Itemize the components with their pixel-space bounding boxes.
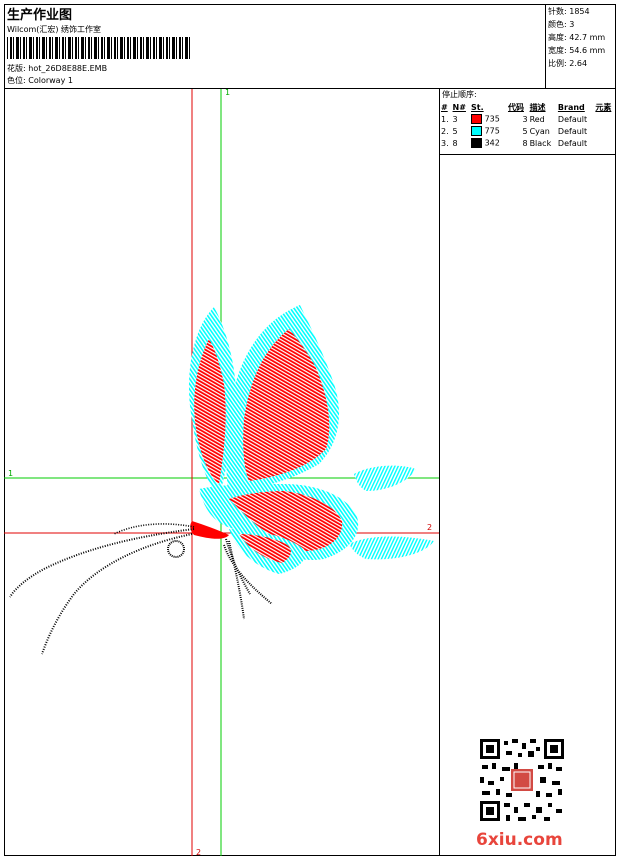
stitch-count-cell: 735 — [470, 113, 507, 125]
color-swatch — [471, 138, 483, 148]
stitch-count: 775 — [484, 126, 500, 136]
stat-stitches: 针数: 1854 — [548, 7, 590, 16]
page-title: 生产作业图 — [7, 8, 73, 23]
color-swatch — [471, 126, 483, 136]
stop-sequence-table: # N# St. 代码 描述 Brand 元素 1. 3 735 3 Red Defau… — [440, 101, 616, 149]
colorway-row: 色位: Colorway 1 — [7, 75, 73, 86]
table-row: 3. 8 342 8 Black Default — [440, 137, 616, 149]
brand-cell: Default — [557, 138, 588, 148]
colorway-label: 色位: — [7, 76, 26, 85]
stitch-count: 735 — [484, 114, 500, 124]
green-axis-label-top: 1 — [225, 88, 231, 97]
table-row: 1. 3 735 3 Red Default — [440, 113, 616, 125]
green-axis-label-left: 1 — [8, 469, 14, 478]
header-panel: 生产作业图 Wilcom(汇宏) 绣饰工作室 花版: hot_26D8E88E.… — [4, 4, 546, 89]
butterfly-embroidery — [9, 305, 434, 655]
brand-cell: Default — [557, 114, 588, 124]
color-desc-cell: Black — [529, 138, 552, 148]
design-label: 花版: — [7, 64, 26, 73]
col-header: Brand — [557, 102, 585, 112]
stat-height: 高度: 42.7 mm — [548, 33, 606, 42]
stitch-count: 342 — [484, 138, 500, 148]
brand-cell: Default — [557, 126, 588, 136]
design-canvas — [4, 89, 439, 856]
watermark: 6xiu.com — [476, 830, 563, 850]
color-desc-cell: Cyan — [529, 126, 550, 136]
color-swatch — [471, 114, 483, 124]
color-code-cell: 5 — [522, 126, 528, 136]
red-axis-label-right: 2 — [427, 523, 433, 532]
company-name: Wilcom(汇宏) 绣饰工作室 — [7, 25, 102, 34]
element-cell — [594, 137, 616, 149]
needle-num-cell: 5 — [452, 126, 458, 136]
element-cell — [594, 113, 616, 125]
divider — [440, 154, 616, 155]
col-header: # — [441, 102, 448, 112]
row-num-cell: 3. — [441, 138, 449, 148]
table-header-row: # N# St. 代码 描述 Brand 元素 — [440, 101, 616, 113]
row-num-cell: 2. — [441, 126, 449, 136]
row-num-cell: 1. — [441, 114, 449, 124]
col-header: 描述 — [529, 102, 546, 112]
color-code-cell: 3 — [522, 114, 528, 124]
design-row: 花版: hot_26D8E88E.EMB — [7, 63, 107, 74]
barcode — [7, 37, 192, 59]
stitch-count-cell: 775 — [470, 125, 507, 137]
red-axis-label-bottom: 2 — [196, 848, 202, 857]
stitch-count-cell: 342 — [470, 137, 507, 149]
col-header: N# — [452, 102, 466, 112]
qr-code — [478, 737, 566, 823]
color-code-cell: 8 — [522, 138, 528, 148]
needle-num-cell: 8 — [452, 138, 458, 148]
element-cell — [594, 125, 616, 137]
color-desc-cell: Red — [529, 114, 545, 124]
stop-sequence-heading: 停止顺序: — [442, 90, 477, 99]
stats-panel: 针数: 1854 颜色: 3 高度: 42.7 mm 宽度: 54.6 mm 比… — [546, 4, 616, 89]
col-header: 元素 — [595, 102, 612, 112]
stat-colors: 颜色: 3 — [548, 20, 575, 29]
table-row: 2. 5 775 5 Cyan Default — [440, 125, 616, 137]
col-header: St. — [471, 102, 484, 112]
design-filename: hot_26D8E88E.EMB — [28, 64, 108, 73]
colorway-value: Colorway 1 — [28, 76, 73, 85]
stat-scale: 比例: 2.64 — [548, 59, 588, 68]
needle-num-cell: 3 — [452, 114, 458, 124]
stat-width: 宽度: 54.6 mm — [548, 46, 606, 55]
col-header: 代码 — [507, 102, 524, 112]
